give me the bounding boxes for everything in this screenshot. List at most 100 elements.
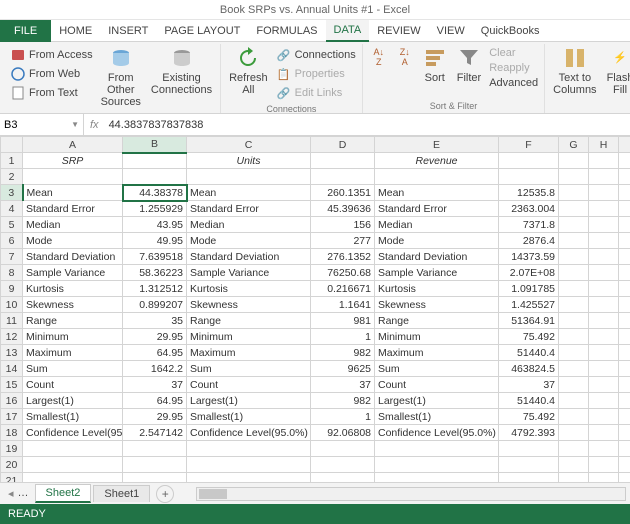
col-header-I[interactable]: I xyxy=(619,137,630,153)
cell[interactable] xyxy=(619,169,630,185)
cell[interactable] xyxy=(619,153,630,169)
cell[interactable]: Largest(1) xyxy=(23,393,123,409)
cell[interactable] xyxy=(559,297,589,313)
cell[interactable] xyxy=(619,409,630,425)
cell[interactable] xyxy=(187,441,311,457)
cell[interactable] xyxy=(559,281,589,297)
cell[interactable]: Sum xyxy=(187,361,311,377)
row-header[interactable]: 4 xyxy=(1,201,23,217)
cell[interactable] xyxy=(589,233,619,249)
sort-az-button[interactable]: A↓Z xyxy=(367,44,391,68)
row-header[interactable]: 6 xyxy=(1,233,23,249)
menu-formulas[interactable]: FORMULAS xyxy=(248,20,325,42)
col-header-B[interactable]: B xyxy=(123,137,187,153)
connections-button[interactable]: 🔗Connections xyxy=(274,46,358,64)
cell[interactable] xyxy=(559,169,589,185)
cell[interactable]: 1 xyxy=(311,329,375,345)
cell[interactable]: Sum xyxy=(23,361,123,377)
cell[interactable] xyxy=(375,169,499,185)
cell[interactable]: Smallest(1) xyxy=(375,409,499,425)
cell[interactable] xyxy=(589,217,619,233)
reapply-button[interactable]: Reapply xyxy=(487,61,540,75)
cell[interactable] xyxy=(619,425,630,441)
cell[interactable] xyxy=(589,457,619,473)
cell[interactable] xyxy=(589,441,619,457)
cell[interactable] xyxy=(311,473,375,483)
cell[interactable] xyxy=(589,313,619,329)
cell[interactable]: 1.425527 xyxy=(499,297,559,313)
cell[interactable] xyxy=(589,345,619,361)
menu-review[interactable]: REVIEW xyxy=(369,20,428,42)
cell[interactable]: Sample Variance xyxy=(23,265,123,281)
cell[interactable]: Minimum xyxy=(187,329,311,345)
col-header-D[interactable]: D xyxy=(311,137,375,153)
cell[interactable]: Median xyxy=(23,217,123,233)
cell[interactable]: Minimum xyxy=(375,329,499,345)
cell[interactable]: 44.38378 xyxy=(123,185,187,201)
add-sheet-button[interactable]: + xyxy=(156,485,174,503)
cell[interactable] xyxy=(187,473,311,483)
cell[interactable]: 1642.2 xyxy=(123,361,187,377)
row-header[interactable]: 8 xyxy=(1,265,23,281)
advanced-button[interactable]: Advanced xyxy=(487,76,540,90)
cell[interactable]: Count xyxy=(375,377,499,393)
cell[interactable]: Mean xyxy=(187,185,311,201)
cell[interactable]: 1.091785 xyxy=(499,281,559,297)
cell[interactable] xyxy=(619,217,630,233)
cell[interactable]: Skewness xyxy=(187,297,311,313)
select-all-corner[interactable] xyxy=(1,137,23,153)
row-header[interactable]: 13 xyxy=(1,345,23,361)
cell[interactable]: 982 xyxy=(311,393,375,409)
cell[interactable] xyxy=(375,441,499,457)
cell[interactable]: Range xyxy=(187,313,311,329)
cell[interactable]: Kurtosis xyxy=(187,281,311,297)
cell[interactable] xyxy=(619,201,630,217)
cell[interactable]: Revenue xyxy=(375,153,499,169)
cell[interactable]: Confidence Level(95.0%) xyxy=(23,425,123,441)
flash-fill-button[interactable]: ⚡Flash Fill xyxy=(603,44,630,98)
cell[interactable]: Largest(1) xyxy=(375,393,499,409)
cell[interactable]: 981 xyxy=(311,313,375,329)
row-header[interactable]: 11 xyxy=(1,313,23,329)
cell[interactable] xyxy=(589,201,619,217)
cell[interactable] xyxy=(499,473,559,483)
cell[interactable]: Standard Deviation xyxy=(187,249,311,265)
cell[interactable]: Maximum xyxy=(187,345,311,361)
cell[interactable]: Confidence Level(95.0%) xyxy=(187,425,311,441)
cell[interactable] xyxy=(589,265,619,281)
row-header[interactable]: 14 xyxy=(1,361,23,377)
cell[interactable] xyxy=(559,409,589,425)
cell[interactable]: Mode xyxy=(375,233,499,249)
cell[interactable]: Skewness xyxy=(23,297,123,313)
cell[interactable] xyxy=(559,377,589,393)
cell[interactable] xyxy=(559,185,589,201)
cell[interactable] xyxy=(589,153,619,169)
cell[interactable]: 92.06808 xyxy=(311,425,375,441)
cell[interactable] xyxy=(619,313,630,329)
row-header[interactable]: 18 xyxy=(1,425,23,441)
menu-view[interactable]: VIEW xyxy=(429,20,473,42)
cell[interactable]: 2.07E+08 xyxy=(499,265,559,281)
cell[interactable]: 2876.4 xyxy=(499,233,559,249)
cell[interactable]: 37 xyxy=(123,377,187,393)
col-header-F[interactable]: F xyxy=(499,137,559,153)
cell[interactable]: Median xyxy=(375,217,499,233)
cell[interactable] xyxy=(123,153,187,169)
cell[interactable] xyxy=(123,457,187,473)
cell[interactable]: Mean xyxy=(375,185,499,201)
cell[interactable] xyxy=(619,233,630,249)
row-header[interactable]: 3 xyxy=(1,185,23,201)
cell[interactable] xyxy=(499,153,559,169)
cell[interactable] xyxy=(559,329,589,345)
cell[interactable] xyxy=(559,345,589,361)
properties-button[interactable]: 📋Properties xyxy=(274,65,358,83)
menu-quickbooks[interactable]: QuickBooks xyxy=(473,20,548,42)
cell[interactable]: 35 xyxy=(123,313,187,329)
cell[interactable] xyxy=(589,361,619,377)
cell[interactable]: 12535.8 xyxy=(499,185,559,201)
cell[interactable] xyxy=(619,361,630,377)
cell[interactable]: 277 xyxy=(311,233,375,249)
cell[interactable]: 37 xyxy=(499,377,559,393)
cell[interactable]: Standard Error xyxy=(187,201,311,217)
cell[interactable] xyxy=(619,281,630,297)
